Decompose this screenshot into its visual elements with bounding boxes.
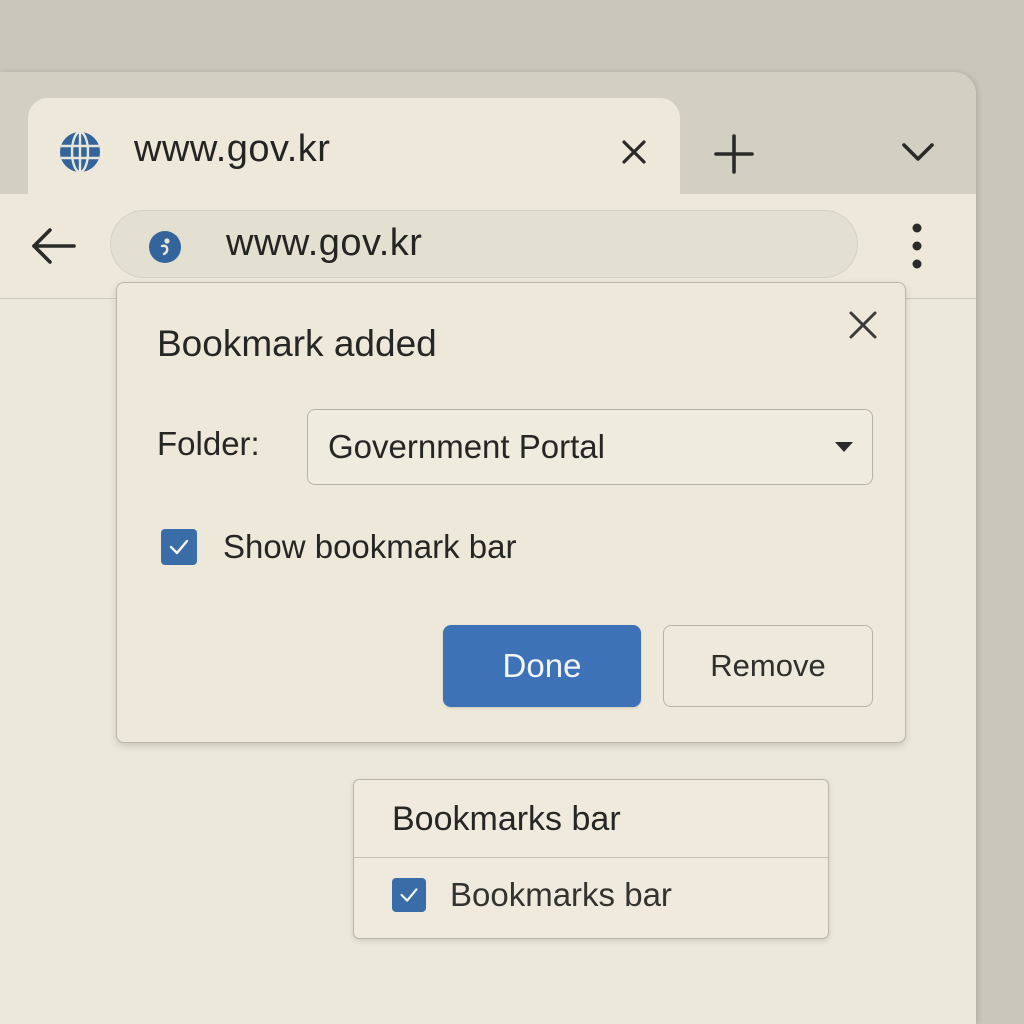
address-bar[interactable]: www.gov.kr (110, 210, 858, 278)
folder-label: Folder: (157, 425, 260, 462)
tab-close-icon[interactable] (616, 134, 652, 170)
checkmark-icon (400, 888, 418, 902)
new-tab-plus-icon[interactable] (710, 130, 758, 178)
show-bookmark-bar-checkbox[interactable] (161, 529, 197, 565)
remove-button[interactable]: Remove (663, 625, 873, 707)
globe-icon (58, 130, 102, 174)
address-url: www.gov.kr (226, 222, 423, 264)
more-menu-icon[interactable] (900, 220, 934, 272)
bookmarks-bar-checkbox[interactable] (392, 878, 426, 912)
bookmark-added-dialog: Bookmark added Folder: Government Portal… (116, 282, 906, 743)
dialog-title: Bookmark added (157, 323, 437, 364)
checkmark-icon (169, 539, 189, 555)
bookmarks-bar-popup: Bookmarks bar Bookmarks bar (353, 779, 829, 939)
show-bookmark-bar-label: Show bookmark bar (223, 528, 517, 565)
folder-select-value: Government Portal (328, 428, 605, 465)
show-bookmark-bar-option[interactable]: Show bookmark bar (161, 527, 516, 567)
bookmarks-popup-header: Bookmarks bar (354, 780, 828, 858)
tab-active[interactable]: www.gov.kr (28, 98, 680, 198)
back-arrow-icon[interactable] (28, 222, 80, 270)
bookmarks-popup-title: Bookmarks bar (392, 800, 621, 838)
tab-strip: www.gov.kr (0, 72, 976, 198)
caret-down-icon (834, 440, 854, 454)
close-icon[interactable] (843, 305, 883, 345)
done-button[interactable]: Done (443, 625, 641, 707)
bookmarks-bar-option[interactable]: Bookmarks bar (392, 876, 672, 914)
site-info-icon[interactable] (148, 230, 182, 264)
folder-select[interactable]: Government Portal (307, 409, 873, 485)
chevron-down-icon[interactable] (898, 132, 938, 172)
tab-title: www.gov.kr (134, 128, 331, 170)
bookmarks-bar-option-label: Bookmarks bar (450, 876, 672, 913)
